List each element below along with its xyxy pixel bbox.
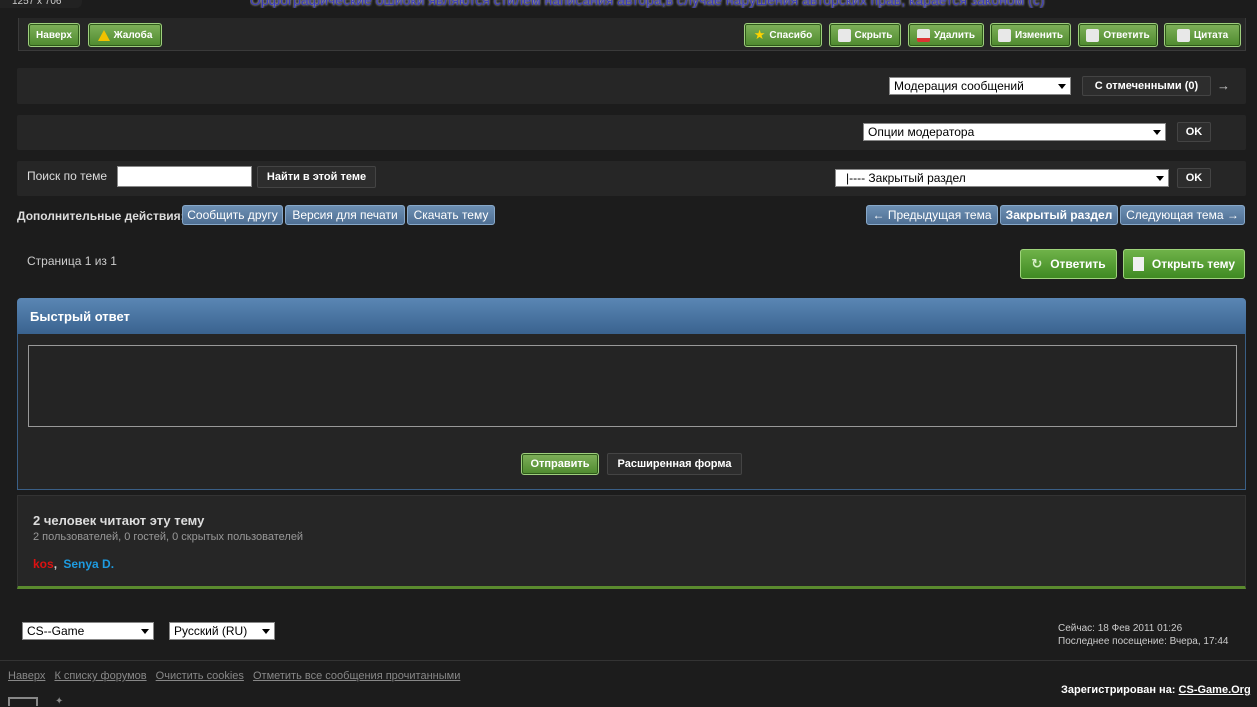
moderation-select[interactable]: Модерация сообщений <box>889 77 1071 95</box>
footer-links: Наверх К списку форумов Очистить cookies… <box>8 670 466 682</box>
delete-button[interactable]: Удалить <box>908 23 984 47</box>
footer-divider <box>0 660 1257 661</box>
last-visit: Последнее посещение: Вчера, 17:44 <box>1058 636 1229 647</box>
forum-jump-select[interactable]: |---- Закрытый раздел <box>835 169 1169 187</box>
download-topic-button[interactable]: Скачать тему <box>407 205 495 225</box>
current-forum-link[interactable]: Закрытый раздел <box>1000 205 1118 225</box>
reply-icon <box>1086 28 1100 42</box>
pencil-icon <box>837 28 851 42</box>
registered-site-link[interactable]: CS-Game.Org <box>1179 684 1251 696</box>
tell-friend-button[interactable]: Сообщить другу <box>182 205 283 225</box>
online-users-panel: 2 человек читают эту тему 2 пользователе… <box>17 495 1246 589</box>
online-user-list: kos, Senya D. <box>33 557 115 571</box>
user-link-kos[interactable]: kos <box>33 557 54 571</box>
scroll-top-button[interactable]: Наверх <box>28 23 80 47</box>
warning-icon <box>97 29 110 41</box>
submit-reply-button[interactable]: Отправить <box>521 453 599 475</box>
arrow-right-icon: → <box>1217 78 1230 93</box>
search-topic-button[interactable]: Найти в этой теме <box>257 166 376 188</box>
page-counter: Страница 1 из 1 <box>27 254 117 268</box>
advanced-form-button[interactable]: Расширенная форма <box>607 453 742 475</box>
star-icon: ★ <box>753 27 766 42</box>
online-title: 2 человек читают эту тему <box>33 513 205 528</box>
reply-button[interactable]: Ответить <box>1078 23 1158 47</box>
next-topic-button[interactable]: Следующая тема → <box>1120 205 1245 225</box>
edit-button[interactable]: Изменить <box>990 23 1071 47</box>
topic-search-panel: Поиск по теме Найти в этой теме |---- За… <box>17 161 1246 196</box>
quick-reply-textarea[interactable] <box>28 345 1237 427</box>
additional-actions-label: Дополнительные действия: <box>17 209 185 223</box>
refresh-icon: ↻ <box>1031 256 1043 271</box>
screen-size-badge: 1257 x 706 <box>0 0 82 8</box>
footer-link-top[interactable]: Наверх <box>8 670 45 682</box>
forum-jump-ok-button[interactable]: OK <box>1177 168 1211 188</box>
forum-disclaimer-marquee: Орфографические ошибки являются стилем н… <box>250 0 1045 8</box>
quote-button[interactable]: Цитата <box>1164 23 1241 47</box>
search-input[interactable] <box>117 166 252 187</box>
moderator-options-panel: Опции модератора OK <box>17 115 1246 150</box>
document-icon <box>1132 257 1144 271</box>
online-subtitle: 2 пользователей, 0 гостей, 0 скрытых пол… <box>33 531 304 543</box>
quick-reply-header: Быстрый ответ <box>17 298 1246 334</box>
registered-info: Зарегистрирован на: CS-Game.Org <box>1061 684 1251 696</box>
time-info: Сейчас: 18 Фев 2011 01:26 Последнее посе… <box>1058 622 1228 648</box>
current-time: Сейчас: 18 Фев 2011 01:26 <box>1058 623 1183 634</box>
thanks-button[interactable]: ★ Спасибо <box>744 23 822 47</box>
quote-icon <box>1176 28 1190 42</box>
add-reply-button[interactable]: ↻ Ответить <box>1020 249 1117 279</box>
footer-link-cookies[interactable]: Очистить cookies <box>156 670 244 682</box>
hide-button[interactable]: Скрыть <box>829 23 901 47</box>
footer-link-mark-read[interactable]: Отметить все сообщения прочитанными <box>253 670 460 682</box>
post-action-bar: Наверх Жалоба ★ Спасибо Скрыть Удалить И… <box>18 18 1246 51</box>
previous-topic-button[interactable]: ← Предыдущая тема <box>866 205 998 225</box>
user-link-senya[interactable]: Senya D. <box>63 557 114 571</box>
skin-select[interactable]: CS--Game <box>22 622 154 640</box>
moderator-options-select[interactable]: Опции модератора <box>863 123 1166 141</box>
language-select[interactable]: Русский (RU) <box>169 622 275 640</box>
new-topic-button[interactable]: Открыть тему <box>1123 249 1245 279</box>
moderation-panel: Модерация сообщений С отмеченными (0) → <box>17 68 1246 104</box>
report-button[interactable]: Жалоба <box>88 23 162 47</box>
small-logo-icon: ✦ <box>55 696 64 707</box>
footer-link-forums[interactable]: К списку форумов <box>54 670 146 682</box>
moderator-options-ok-button[interactable]: OK <box>1177 122 1211 142</box>
print-version-button[interactable]: Версия для печати <box>285 205 405 225</box>
with-selected-button[interactable]: С отмеченными (0) <box>1082 76 1211 96</box>
counter-banner-icon <box>8 697 38 706</box>
search-label: Поиск по теме <box>27 169 108 183</box>
edit-icon <box>997 28 1011 42</box>
delete-icon <box>916 28 930 42</box>
